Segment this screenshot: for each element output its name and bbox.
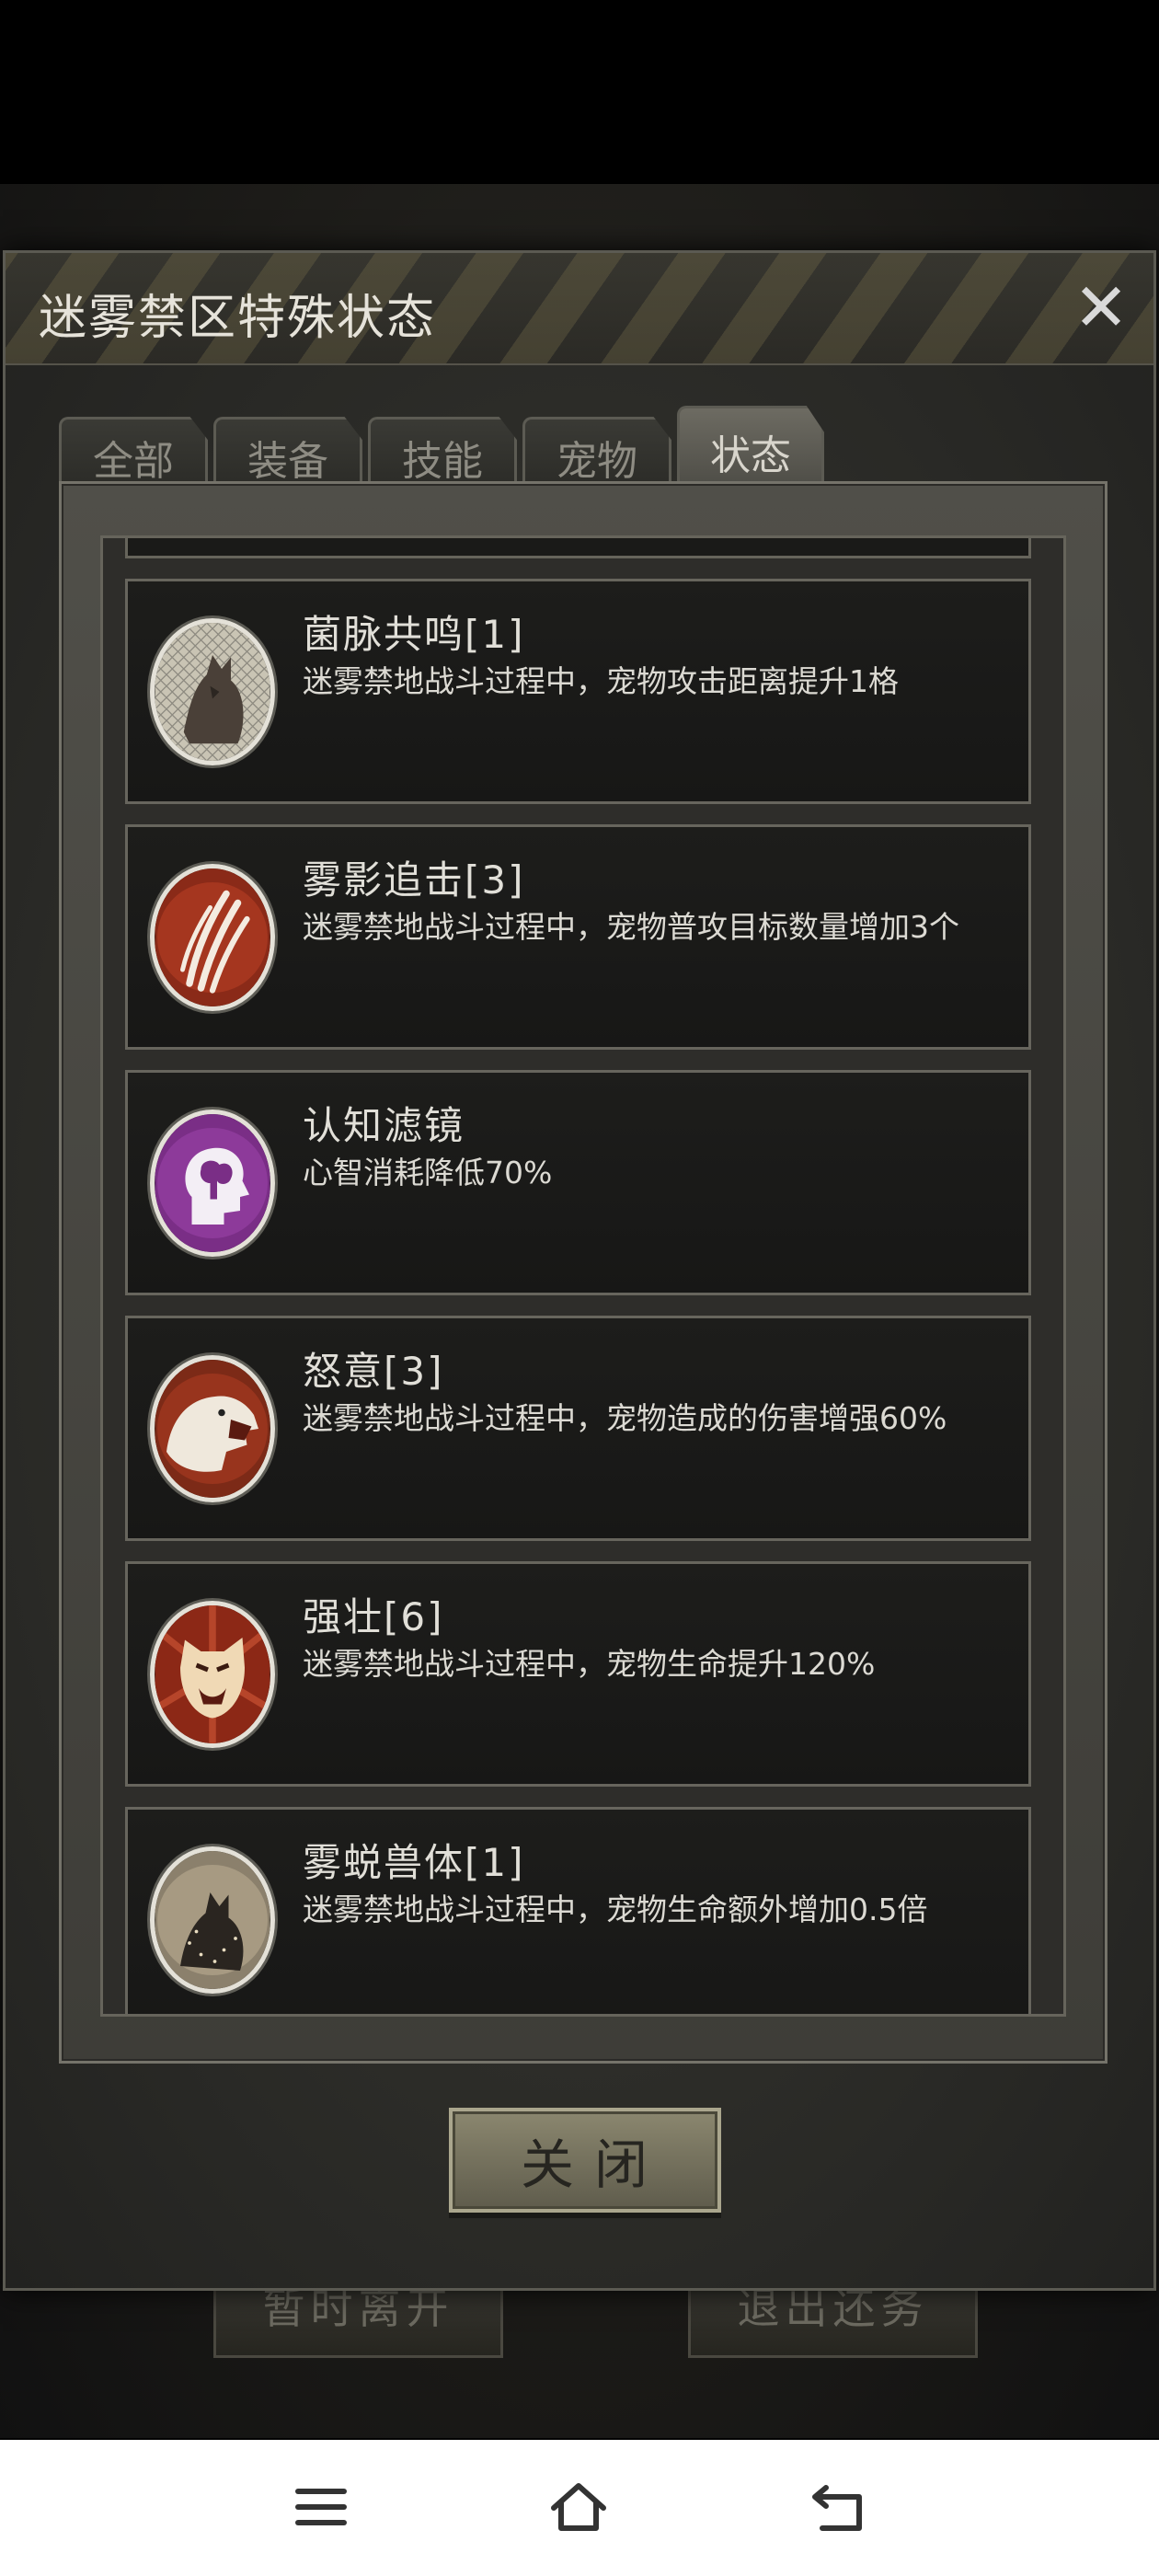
close-x-icon[interactable]: ✕: [1069, 274, 1133, 340]
list-item: 菌脉共鸣[1] 迷雾禁地战斗过程中，宠物攻击距离提升1格: [125, 579, 1031, 804]
item-description: 迷雾禁地战斗过程中，宠物普攻目标数量增加3个: [303, 909, 959, 945]
item-name: 雾蜕兽体[1]: [303, 1840, 525, 1885]
list-item: 强壮[6] 迷雾禁地战斗过程中，宠物生命提升120%: [125, 1561, 1031, 1787]
list-item: 认知滤镜 心智消耗降低70%: [125, 1070, 1031, 1295]
item-description: 迷雾禁地战斗过程中，宠物造成的伤害增强60%: [303, 1400, 947, 1436]
brain-head-icon: [150, 1110, 275, 1257]
menu-icon[interactable]: [289, 2475, 353, 2539]
content-panel: 菌脉共鸣[1] 迷雾禁地战斗过程中，宠物攻击距离提升1格 雾影追击[3] 迷雾禁…: [59, 481, 1107, 2064]
claw-marks-icon: [150, 864, 275, 1011]
system-nav-bar: [0, 2440, 1159, 2576]
status-modal: 迷雾禁区特殊状态 ✕ 全部 装备 技能 宠物 状态 菌脉共鸣[1] 迷雾禁地战斗…: [3, 250, 1156, 2291]
status-list[interactable]: 菌脉共鸣[1] 迷雾禁地战斗过程中，宠物攻击距离提升1格 雾影追击[3] 迷雾禁…: [100, 535, 1066, 2017]
modal-header: 迷雾禁区特殊状态 ✕: [6, 253, 1153, 365]
item-description: 迷雾禁地战斗过程中，宠物攻击距离提升1格: [303, 663, 899, 699]
home-icon[interactable]: [546, 2475, 611, 2539]
list-item: 雾蜕兽体[1] 迷雾禁地战斗过程中，宠物生命额外增加0.5倍: [125, 1807, 1031, 2014]
wolf-web-icon: [150, 618, 275, 765]
item-description: 迷雾禁地战斗过程中，宠物生命额外增加0.5倍: [303, 1892, 928, 1927]
item-name: 强壮[6]: [303, 1594, 444, 1639]
item-description: 迷雾禁地战斗过程中，宠物生命提升120%: [303, 1646, 876, 1682]
list-item-partial: [125, 538, 1031, 558]
item-name: 认知滤镜: [303, 1103, 465, 1148]
list-item: 怒意[3] 迷雾禁地战斗过程中，宠物造成的伤害增强60%: [125, 1316, 1031, 1541]
roaring-bear-icon: [150, 1355, 275, 1502]
close-button[interactable]: 关闭: [449, 2108, 721, 2213]
tiger-rage-icon: [150, 1601, 275, 1748]
item-name: 雾影追击[3]: [303, 857, 525, 903]
list-item: 雾影追击[3] 迷雾禁地战斗过程中，宠物普攻目标数量增加3个: [125, 824, 1031, 1050]
misty-wolf-icon: [150, 1846, 275, 1994]
item-name: 怒意[3]: [303, 1349, 444, 1394]
back-icon[interactable]: [806, 2475, 870, 2539]
modal-title: 迷雾禁区特殊状态: [39, 291, 437, 346]
item-description: 心智消耗降低70%: [303, 1155, 553, 1190]
item-name: 菌脉共鸣[1]: [303, 612, 525, 657]
